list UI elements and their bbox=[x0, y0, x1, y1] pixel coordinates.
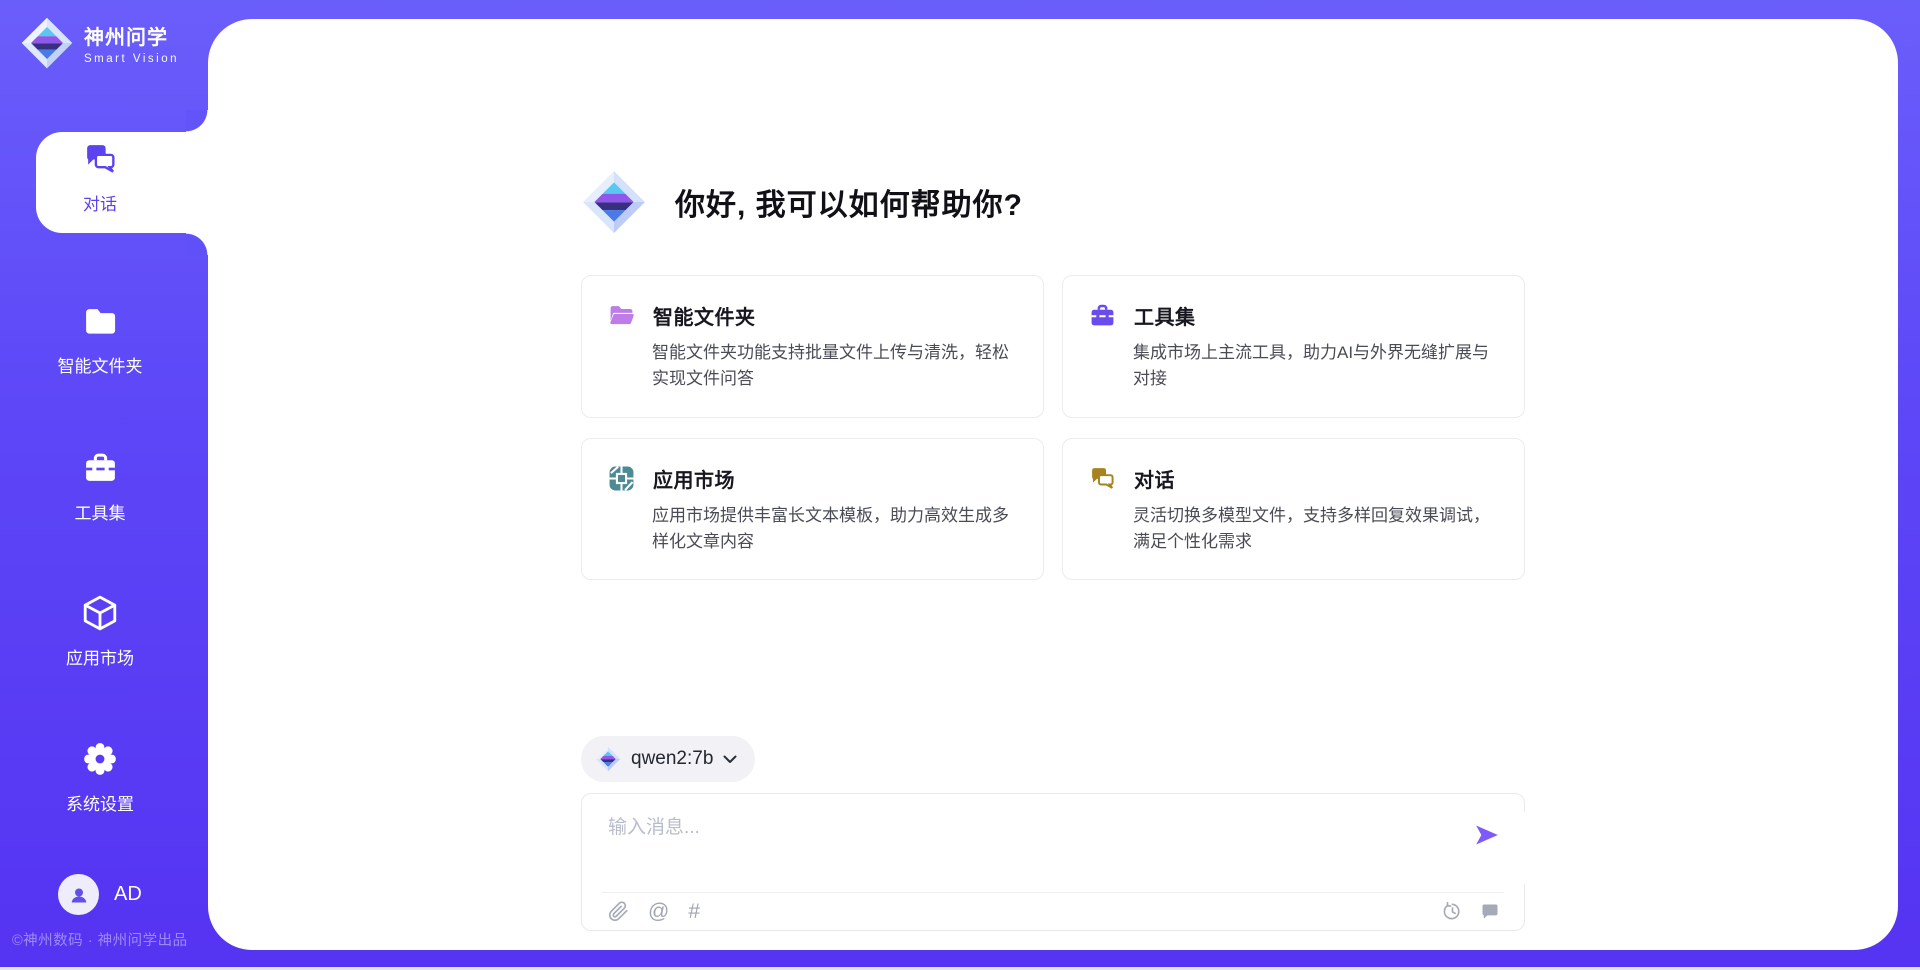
avatar bbox=[58, 874, 99, 915]
message-input-box: @ # bbox=[581, 793, 1525, 931]
model-diamond-icon bbox=[595, 746, 621, 772]
attachment-icon[interactable] bbox=[608, 901, 629, 922]
topic-icon[interactable]: # bbox=[688, 901, 700, 922]
history-icon[interactable] bbox=[1442, 901, 1463, 922]
mention-icon[interactable]: @ bbox=[648, 901, 669, 922]
composer: qwen2:7b bbox=[581, 736, 1525, 931]
gear-icon bbox=[81, 740, 119, 778]
card-description: 智能文件夹功能支持批量文件上传与清洗，轻松实现文件问答 bbox=[652, 340, 1017, 393]
sidebar-item-label: 智能文件夹 bbox=[0, 352, 200, 377]
card-title: 应用市场 bbox=[653, 464, 735, 493]
sidebar: 神州问学 Smart Vision 对话 智能文件夹 bbox=[0, 0, 208, 970]
sidebar-item-folder[interactable]: 智能文件夹 bbox=[0, 303, 200, 377]
card-toolset[interactable]: 工具集 集成市场上主流工具，助力AI与外界无缝扩展与对接 bbox=[1062, 275, 1525, 418]
card-title: 智能文件夹 bbox=[653, 301, 756, 330]
briefcase-icon bbox=[82, 450, 119, 487]
feature-cards: 智能文件夹 智能文件夹功能支持批量文件上传与清洗，轻松实现文件问答 bbox=[581, 275, 1525, 580]
sidebar-item-market[interactable]: 应用市场 bbox=[0, 594, 200, 669]
brand-subtitle: Smart Vision bbox=[84, 53, 179, 65]
user-account[interactable]: AD bbox=[58, 874, 142, 915]
card-title: 对话 bbox=[1134, 464, 1175, 493]
app-grid-icon bbox=[608, 465, 635, 492]
brand-name: 神州问学 bbox=[84, 27, 168, 49]
user-name: AD bbox=[114, 883, 142, 906]
card-description: 应用市场提供丰富长文本模板，助力高效生成多样化文章内容 bbox=[652, 503, 1017, 556]
sidebar-item-label: 对话 bbox=[0, 190, 200, 215]
sidebar-item-label: 系统设置 bbox=[0, 790, 200, 815]
greeting-text: 你好, 我可以如何帮助你? bbox=[675, 180, 1023, 224]
main-panel: 你好, 我可以如何帮助你? 智能文件夹 智能文件夹功能支持批量文件上传与清洗，轻… bbox=[208, 19, 1898, 950]
greeting: 你好, 我可以如何帮助你? bbox=[581, 169, 1525, 235]
folder-icon bbox=[82, 303, 119, 340]
feedback-bubble-icon[interactable] bbox=[1480, 902, 1500, 922]
sidebar-item-tools[interactable]: 工具集 bbox=[0, 450, 200, 524]
message-input[interactable] bbox=[608, 812, 1898, 884]
model-selector[interactable]: qwen2:7b bbox=[581, 736, 755, 782]
model-name: qwen2:7b bbox=[631, 748, 713, 770]
send-button[interactable] bbox=[1474, 822, 1500, 848]
card-title: 工具集 bbox=[1134, 301, 1196, 330]
chevron-down-icon bbox=[723, 755, 737, 764]
folder-open-icon bbox=[608, 302, 635, 329]
chat-bubbles-icon bbox=[82, 141, 119, 178]
cube-icon bbox=[81, 594, 119, 632]
card-description: 灵活切换多模型文件，支持多样回复效果调试，满足个性化需求 bbox=[1133, 503, 1498, 556]
brand-diamond-icon bbox=[20, 16, 74, 70]
assistant-diamond-icon bbox=[581, 169, 647, 235]
sidebar-item-label: 工具集 bbox=[0, 499, 200, 524]
card-smart-folder[interactable]: 智能文件夹 智能文件夹功能支持批量文件上传与清洗，轻松实现文件问答 bbox=[581, 275, 1044, 418]
card-description: 集成市场上主流工具，助力AI与外界无缝扩展与对接 bbox=[1133, 340, 1498, 393]
card-app-market[interactable]: 应用市场 应用市场提供丰富长文本模板，助力高效生成多样化文章内容 bbox=[581, 438, 1044, 581]
card-chat[interactable]: 对话 灵活切换多模型文件，支持多样回复效果调试，满足个性化需求 bbox=[1062, 438, 1525, 581]
sidebar-item-settings[interactable]: 系统设置 bbox=[0, 740, 200, 815]
chat-bubbles-icon bbox=[1089, 465, 1116, 492]
brand-logo: 神州问学 Smart Vision bbox=[20, 16, 179, 70]
copyright-footer: ©神州数码 · 神州问学出品 bbox=[12, 929, 188, 950]
sidebar-item-chat[interactable]: 对话 bbox=[0, 141, 200, 215]
sidebar-item-label: 应用市场 bbox=[0, 644, 200, 669]
briefcase-icon bbox=[1089, 302, 1116, 329]
